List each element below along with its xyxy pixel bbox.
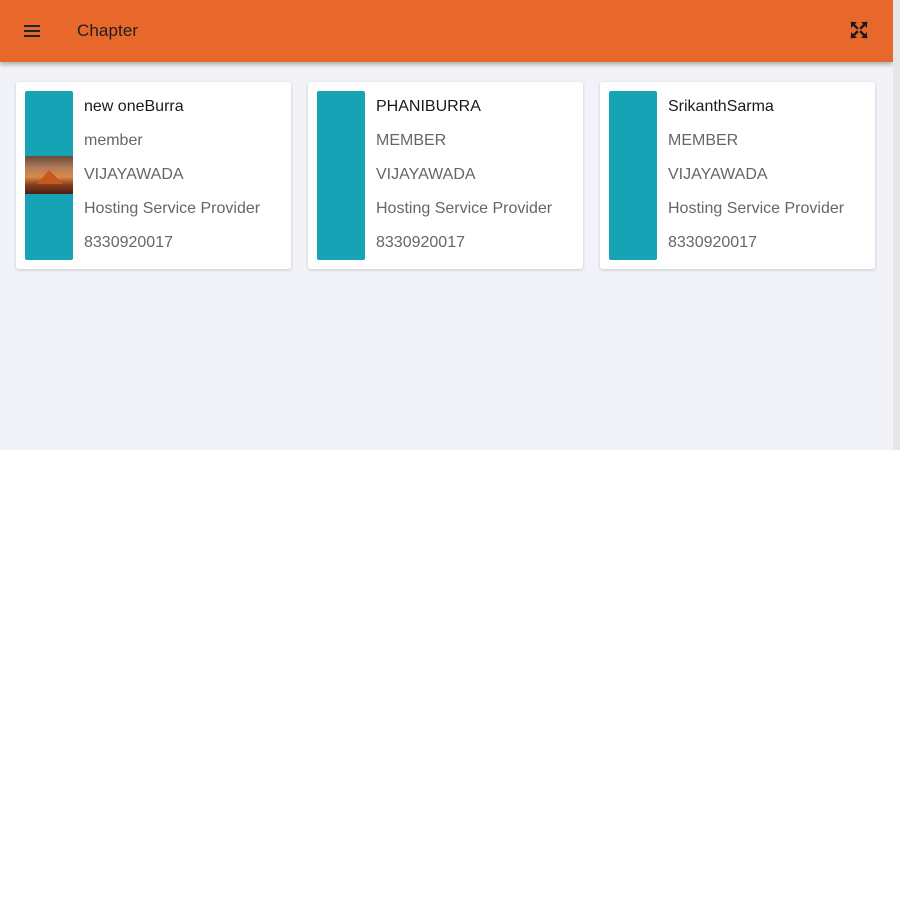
hamburger-menu-icon[interactable]	[24, 22, 42, 40]
member-photo	[25, 156, 73, 194]
member-avatar	[609, 91, 657, 260]
member-role: member	[84, 132, 143, 149]
member-business: Hosting Service Provider	[376, 200, 553, 217]
member-city: VIJAYAWADA	[84, 166, 184, 183]
member-avatar	[25, 91, 73, 260]
member-name: SrikanthSarma	[668, 98, 774, 115]
member-business: Hosting Service Provider	[668, 200, 845, 217]
member-card-list: new oneBurra member VIJAYAWADA Hosting S…	[16, 82, 875, 269]
member-card[interactable]: PHANIBURRA MEMBER VIJAYAWADA Hosting Ser…	[308, 82, 583, 269]
member-city: VIJAYAWADA	[376, 166, 476, 183]
member-city: VIJAYAWADA	[668, 166, 768, 183]
member-business: Hosting Service Provider	[84, 200, 261, 217]
member-card[interactable]: SrikanthSarma MEMBER VIJAYAWADA Hosting …	[600, 82, 875, 269]
member-role: MEMBER	[668, 132, 739, 149]
member-avatar	[317, 91, 365, 260]
member-phone: 8330920017	[84, 234, 173, 251]
member-name: PHANIBURRA	[376, 98, 481, 115]
fullscreen-icon[interactable]	[849, 20, 869, 40]
member-phone: 8330920017	[668, 234, 757, 251]
app-container: Chapter new oneBurra member VIJAYAWADA H…	[0, 0, 893, 450]
member-info: PHANIBURRA MEMBER VIJAYAWADA Hosting Ser…	[376, 96, 552, 266]
vertical-scrollbar[interactable]	[893, 0, 900, 450]
member-role: MEMBER	[376, 132, 447, 149]
member-name: new oneBurra	[84, 98, 184, 115]
top-app-bar: Chapter	[0, 0, 893, 62]
member-card[interactable]: new oneBurra member VIJAYAWADA Hosting S…	[16, 82, 291, 269]
member-info: SrikanthSarma MEMBER VIJAYAWADA Hosting …	[668, 96, 844, 266]
member-info: new oneBurra member VIJAYAWADA Hosting S…	[84, 96, 260, 266]
page-title: Chapter	[77, 21, 139, 40]
member-phone: 8330920017	[376, 234, 465, 251]
